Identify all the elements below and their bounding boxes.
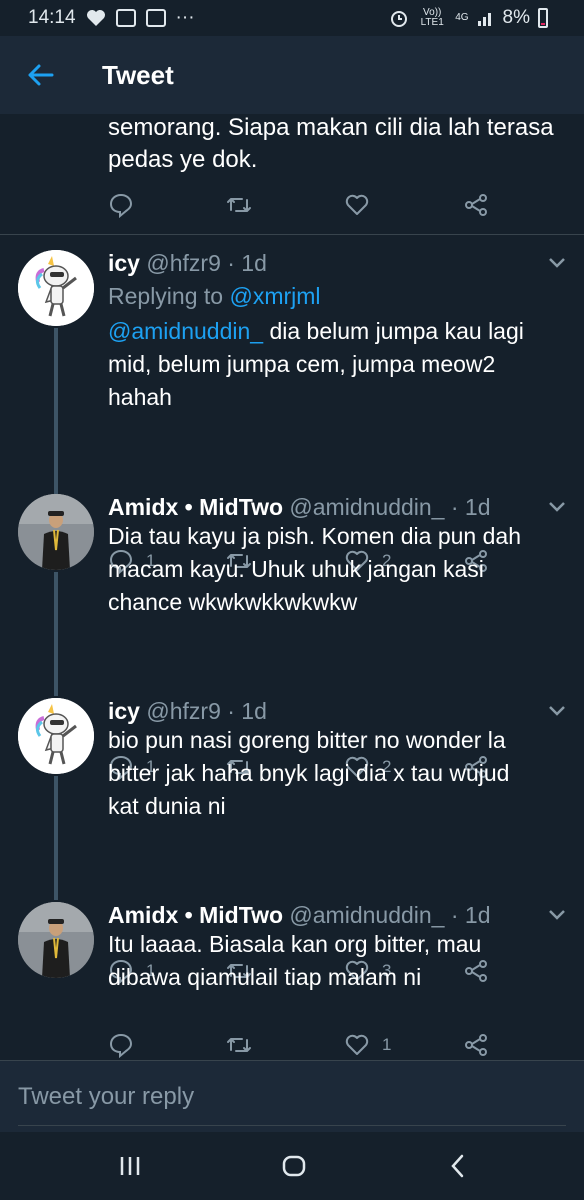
signal-icon <box>477 13 491 26</box>
back-arrow-icon[interactable] <box>26 61 54 89</box>
previous-tweet-text: semorang. Siapa makan cili dia lah teras… <box>108 114 554 173</box>
network-type: 4G <box>455 12 469 23</box>
timestamp: · 1d <box>227 250 267 276</box>
tweet-thread: semorang. Siapa makan cili dia lah teras… <box>0 114 584 1060</box>
reply-composer[interactable]: Tweet your reply <box>0 1060 584 1133</box>
like-count: 1 <box>382 1035 392 1054</box>
handle[interactable]: @amidnuddin_ <box>289 902 444 928</box>
reply-button[interactable] <box>108 192 134 218</box>
tweet-text: Itu laaaa. Biasala kan org bitter, mau d… <box>108 931 482 990</box>
unicorn-avatar-icon <box>18 698 94 774</box>
like-button[interactable] <box>344 192 370 218</box>
page-title: Tweet <box>102 60 174 90</box>
photo-notification-icon <box>145 9 166 27</box>
reply-input-underline <box>18 1125 566 1126</box>
thread-line <box>54 572 58 696</box>
recent-apps-icon[interactable] <box>116 1152 144 1180</box>
status-time: 14:14 <box>28 7 76 28</box>
share-button[interactable] <box>463 192 489 218</box>
mention-link[interactable]: @amidnuddin_ <box>108 318 263 344</box>
unicorn-avatar-icon <box>18 250 94 326</box>
handle[interactable]: @amidnuddin_ <box>289 494 444 520</box>
chevron-down-icon[interactable] <box>548 704 566 718</box>
display-name[interactable]: icy <box>108 698 140 724</box>
display-name[interactable]: Amidx • MidTwo <box>108 902 283 928</box>
thread-line <box>54 776 58 900</box>
retweet-icon <box>227 1038 251 1052</box>
chevron-down-icon[interactable] <box>548 500 566 514</box>
tweet-header: icy @hfzr9 · 1d <box>108 248 548 278</box>
heart-icon <box>345 1034 369 1055</box>
retweet-icon <box>227 198 251 212</box>
avatar[interactable] <box>18 494 94 570</box>
tweet-header: Amidx • MidTwo @amidnuddin_ · 1d <box>108 900 548 930</box>
system-nav-bar <box>0 1132 584 1200</box>
battery-icon <box>538 8 548 28</box>
timestamp: · 1d <box>450 494 491 520</box>
tweet-text: Dia tau kayu ja pish. Komen dia pun dah … <box>108 523 521 615</box>
heart-icon <box>345 194 369 215</box>
avatar[interactable] <box>18 902 94 978</box>
battery-percent: 8% <box>502 7 530 28</box>
tweet-actions: 1 <box>108 1032 528 1060</box>
alarm-icon <box>391 11 408 27</box>
retweet-button[interactable] <box>226 192 252 218</box>
heart-notification-icon <box>86 10 105 26</box>
tweet-text: bio pun nasi goreng bitter no wonder la … <box>108 727 510 819</box>
tweet-header: Amidx • MidTwo @amidnuddin_ · 1d <box>108 492 548 522</box>
timestamp: · 1d <box>450 902 491 928</box>
retweet-button[interactable] <box>226 1032 252 1058</box>
handle[interactable]: @hfzr9 <box>146 698 220 724</box>
more-notifications-icon: ··· <box>175 7 195 28</box>
back-nav-icon[interactable] <box>444 1152 472 1180</box>
handle[interactable]: @hfzr9 <box>146 250 220 276</box>
display-name[interactable]: Amidx • MidTwo <box>108 494 283 520</box>
reply-icon <box>109 193 133 218</box>
reply-input[interactable]: Tweet your reply <box>18 1083 194 1111</box>
share-button[interactable] <box>463 1032 489 1058</box>
display-name[interactable]: icy <box>108 250 140 276</box>
status-bar: 14:14 ··· Vo)) LTE1 4G 8% <box>0 0 584 36</box>
reply-icon <box>109 1033 133 1058</box>
avatar[interactable] <box>18 250 94 326</box>
like-button[interactable]: 1 <box>344 1032 391 1058</box>
timestamp: · 1d <box>227 698 267 724</box>
tweet-header: icy @hfzr9 · 1d <box>108 696 548 726</box>
previous-tweet-actions <box>108 192 528 220</box>
replying-to: Replying to @xmrjml <box>108 283 321 309</box>
person-avatar-icon <box>18 902 94 978</box>
replying-to-mention[interactable]: @xmrjml <box>229 283 320 309</box>
person-avatar-icon <box>18 494 94 570</box>
home-icon[interactable] <box>280 1152 308 1180</box>
divider <box>0 234 584 235</box>
chevron-down-icon[interactable] <box>548 256 566 270</box>
chevron-down-icon[interactable] <box>548 908 566 922</box>
share-icon <box>465 1034 487 1056</box>
top-app-bar: Tweet <box>0 36 584 114</box>
avatar[interactable] <box>18 698 94 774</box>
share-icon <box>465 194 487 216</box>
volte-indicator: Vo)) LTE1 <box>420 7 444 28</box>
thread-line <box>54 328 58 494</box>
reply-button[interactable] <box>108 1032 134 1058</box>
tweet-text: @amidnuddin_ dia belum jumpa kau lagi mi… <box>108 318 524 410</box>
photo-notification-icon <box>115 9 136 27</box>
